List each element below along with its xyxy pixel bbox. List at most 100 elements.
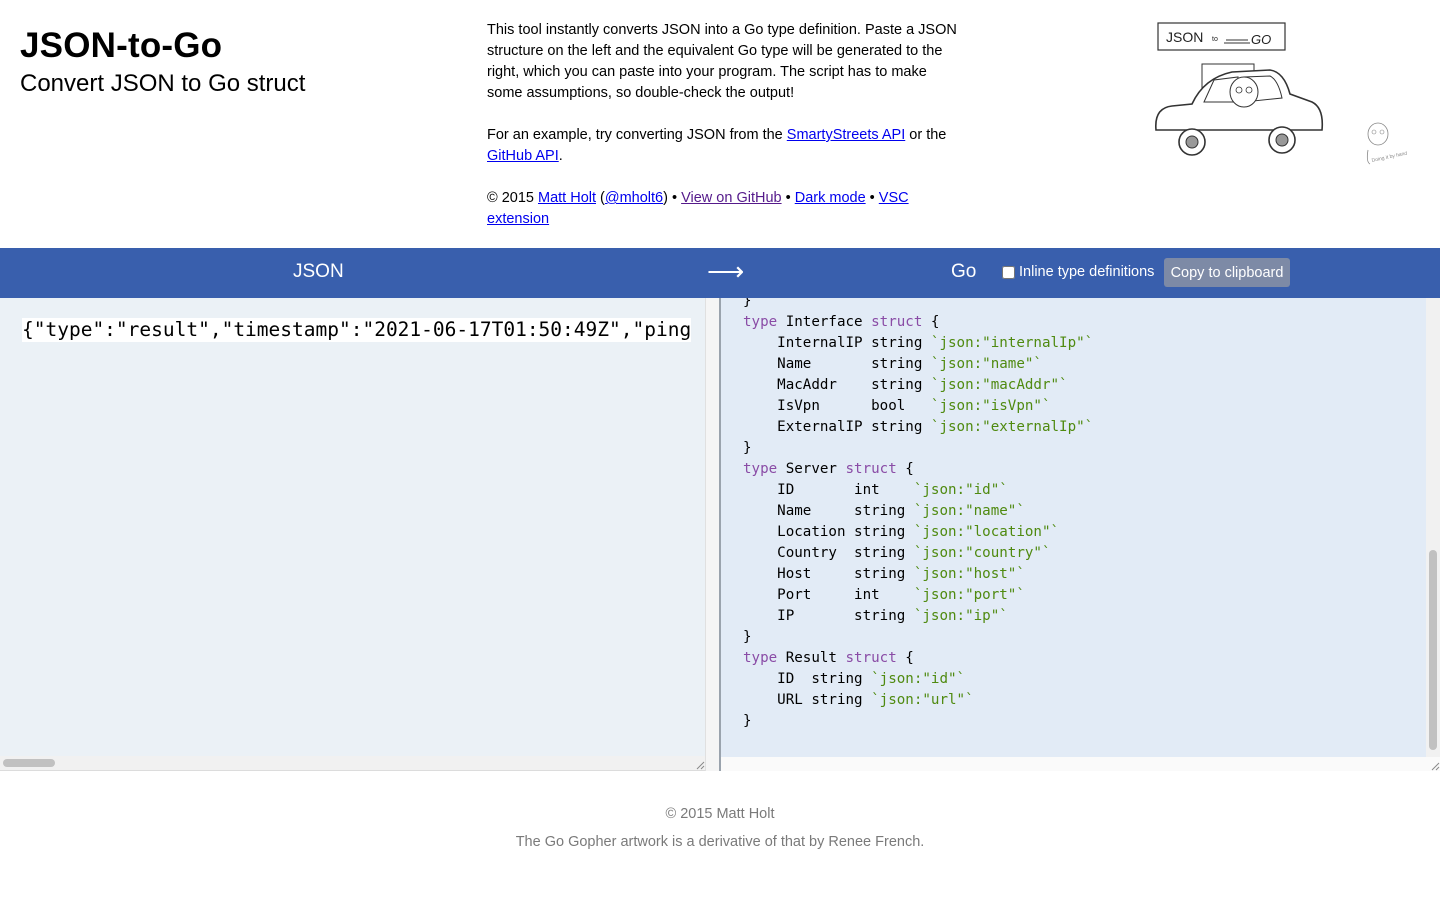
code-text: Port int: [743, 587, 914, 603]
json-input-textarea[interactable]: {"type":"result","timestamp":"2021-06-17…: [0, 298, 705, 771]
code-text: ExternalIP string: [743, 419, 931, 435]
github-api-link[interactable]: GitHub API: [487, 148, 559, 164]
footer-attribution: The Go Gopher artwork is a derivative of…: [515, 834, 925, 850]
code-line: }: [743, 438, 1093, 459]
code-struct-tag: `json:"ip"`: [913, 608, 1008, 624]
inline-type-option[interactable]: Inline type definitions: [1002, 264, 1154, 280]
code-text: Country string: [743, 545, 914, 561]
code-text: ID int: [743, 482, 914, 498]
description: This tool instantly converts JSON into a…: [487, 20, 959, 251]
inline-type-checkbox[interactable]: [1002, 265, 1015, 279]
resize-handle-icon[interactable]: [1430, 761, 1440, 771]
code-text: MacAddr string: [743, 377, 931, 393]
scrollbar-thumb[interactable]: [3, 759, 55, 767]
code-text: }: [743, 713, 752, 729]
example-prefix: For an example, try converting JSON from…: [487, 127, 787, 143]
code-text: Result: [777, 650, 846, 666]
code-text: {: [922, 314, 940, 330]
output-bottom-strip: [721, 757, 1440, 771]
code-keyword: struct: [871, 314, 923, 330]
author-link[interactable]: Matt Holt: [538, 190, 596, 206]
go-output-pane[interactable]: } type Interface struct { InternalIP stri…: [719, 298, 1440, 771]
code-line: ExternalIP string `json:"externalIp"`: [743, 417, 1093, 438]
code-struct-tag: `json:"name"`: [913, 503, 1025, 519]
code-line: type Interface struct {: [743, 312, 1093, 333]
toolbar: JSON ⟶ Go Inline type definitions Copy t…: [0, 248, 1440, 298]
code-keyword: struct: [845, 461, 897, 477]
handle-open: (: [596, 190, 605, 206]
page-subtitle: Convert JSON to Go struct: [20, 70, 306, 97]
code-text: Interface: [777, 314, 872, 330]
dark-mode-link[interactable]: Dark mode: [795, 190, 866, 206]
code-struct-tag: `json:"macAddr"`: [930, 377, 1068, 393]
smartystreets-link[interactable]: SmartyStreets API: [787, 127, 905, 143]
inline-type-label: Inline type definitions: [1019, 264, 1155, 280]
code-text: IsVpn bool: [743, 398, 931, 414]
code-line: MacAddr string `json:"macAddr"`: [743, 375, 1093, 396]
vertical-scrollbar[interactable]: [1426, 298, 1440, 757]
copy-to-clipboard-button[interactable]: Copy to clipboard: [1164, 258, 1290, 287]
code-struct-tag: `json:"country"`: [913, 545, 1051, 561]
code-line: Port int `json:"port"`: [743, 585, 1093, 606]
code-struct-tag: `json:"host"`: [913, 566, 1025, 582]
code-line: URL string `json:"url"`: [743, 690, 1093, 711]
arrow-icon: ⟶: [707, 256, 745, 286]
code-text: ID string: [743, 671, 872, 687]
code-line: }: [743, 298, 1093, 312]
code-keyword: struct: [845, 650, 897, 666]
code-struct-tag: `json:"port"`: [913, 587, 1025, 603]
page-header: JSON-to-Go Convert JSON to Go struct Thi…: [0, 0, 1440, 248]
brand: JSON-to-Go Convert JSON to Go struct: [20, 26, 305, 102]
example-middle: or the: [905, 127, 947, 143]
code-struct-tag: `json:"name"`: [930, 356, 1042, 372]
logo-go-text: GO: [1251, 32, 1271, 47]
code-text: }: [743, 298, 752, 309]
code-line: ID int `json:"id"`: [743, 480, 1093, 501]
separator: •: [781, 190, 795, 206]
handle-close: ) •: [663, 190, 682, 206]
logo-json-text: JSON: [1166, 29, 1203, 45]
code-line: IP string `json:"ip"`: [743, 606, 1093, 627]
view-on-github-link[interactable]: View on GitHub: [681, 190, 781, 206]
pane-divider: [705, 298, 719, 771]
page-footer: © 2015 Matt Holt The Go Gopher artwork i…: [0, 800, 1440, 856]
page-title: JSON-to-Go: [20, 26, 223, 65]
code-text: InternalIP string: [743, 335, 931, 351]
go-pane-label: Go: [951, 261, 977, 282]
code-line: }: [743, 711, 1093, 732]
gopher-car-logo: JSON to GO: [1155, 22, 1324, 156]
code-struct-tag: `json:"id"`: [871, 671, 966, 687]
code-text: IP string: [743, 608, 914, 624]
code-text: Host string: [743, 566, 914, 582]
logo-to-text: to: [1212, 36, 1218, 43]
code-line: type Server struct {: [743, 459, 1093, 480]
horizontal-scrollbar[interactable]: [0, 756, 705, 770]
code-line: IsVpn bool `json:"isVpn"`: [743, 396, 1093, 417]
code-line: InternalIP string `json:"internalIp"`: [743, 333, 1093, 354]
code-struct-tag: `json:"location"`: [913, 524, 1060, 540]
code-text: }: [743, 629, 752, 645]
credits-paragraph: © 2015 Matt Holt (@mholt6) • View on Git…: [487, 188, 959, 230]
twitter-link[interactable]: @mholt6: [605, 190, 663, 206]
json-pane-label: JSON: [293, 261, 344, 282]
code-struct-tag: `json:"id"`: [913, 482, 1008, 498]
code-struct-tag: `json:"isVpn"`: [930, 398, 1051, 414]
code-text: URL string: [743, 692, 872, 708]
code-keyword: type: [743, 461, 778, 477]
code-text: Name string: [743, 503, 914, 519]
code-line: }: [743, 627, 1093, 648]
code-text: Name string: [743, 356, 931, 372]
credit-prefix: © 2015: [487, 190, 538, 206]
code-line: Name string `json:"name"`: [743, 354, 1093, 375]
resize-handle-icon[interactable]: [695, 760, 705, 770]
code-text: {: [896, 650, 914, 666]
code-struct-tag: `json:"externalIp"`: [930, 419, 1094, 435]
doodle-text: Doing it by hand: [1371, 151, 1408, 164]
go-output-code: } type Interface struct { InternalIP stri…: [743, 298, 1093, 732]
scrollbar-thumb[interactable]: [1429, 550, 1437, 750]
code-struct-tag: `json:"internalIp"`: [930, 335, 1094, 351]
example-paragraph: For an example, try converting JSON from…: [487, 125, 959, 167]
gopher-doodle: Doing it by hand: [1366, 122, 1408, 165]
code-keyword: type: [743, 650, 778, 666]
code-line: Country string `json:"country"`: [743, 543, 1093, 564]
